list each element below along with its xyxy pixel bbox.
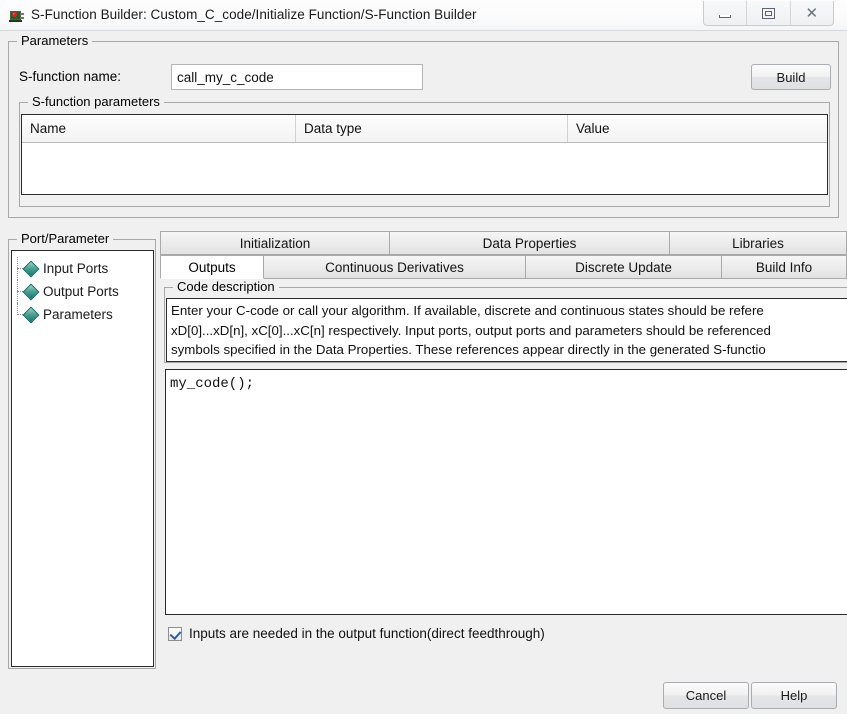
tab-discrete-update[interactable]: Discrete Update [525, 255, 722, 279]
sfunction-parameters-table: Name Data type Value [21, 114, 828, 195]
build-button[interactable]: Build [751, 64, 831, 90]
minimize-button[interactable] [704, 1, 746, 25]
tree-item-label: Output Ports [43, 284, 119, 299]
tree-item-label: Parameters [43, 307, 113, 322]
tab-outputs[interactable]: Outputs [160, 255, 264, 279]
close-button[interactable]: ✕ [789, 1, 833, 25]
port-parameter-group: Port/Parameter Input Ports Output Ports … [8, 231, 156, 669]
tree-item-input-ports[interactable]: Input Ports [12, 257, 153, 280]
parameters-group-title: Parameters [17, 33, 93, 48]
column-header-name[interactable]: Name [22, 115, 296, 142]
direct-feedthrough-row[interactable]: Inputs are needed in the output function… [168, 626, 545, 641]
tab-build-info[interactable]: Build Info [721, 255, 847, 279]
window-title: S-Function Builder: Custom_C_code/Initia… [31, 7, 477, 22]
port-parameter-group-title: Port/Parameter [17, 231, 114, 246]
help-button[interactable]: Help [751, 682, 837, 709]
code-description-group-title: Code description [173, 279, 279, 294]
close-icon: ✕ [805, 3, 819, 22]
tab-libraries[interactable]: Libraries [669, 231, 847, 255]
diamond-icon [22, 260, 40, 277]
desktop-edge [0, 714, 847, 723]
outputs-tab-content: Code description Enter your C-code or ca… [160, 278, 847, 671]
restore-icon [761, 7, 775, 19]
tab-row-top: Initialization Data Properties Libraries [160, 231, 847, 255]
tab-initialization[interactable]: Initialization [160, 231, 390, 255]
sfunction-name-input[interactable] [171, 64, 423, 90]
parameters-group: Parameters S-function name: Build S-func… [8, 33, 839, 257]
code-description-text: Enter your C-code or call your algorithm… [166, 298, 847, 362]
maximize-button[interactable] [746, 1, 789, 25]
table-body[interactable] [22, 143, 827, 194]
window-controls: ✕ [703, 1, 834, 26]
direct-feedthrough-checkbox[interactable] [168, 626, 182, 641]
tab-data-properties[interactable]: Data Properties [389, 231, 670, 255]
tree-item-label: Input Ports [43, 261, 109, 276]
diamond-icon [22, 283, 40, 300]
table-header-row: Name Data type Value [22, 115, 827, 143]
s-function-builder-dialog: S-Function Builder: Custom_C_code/Initia… [0, 0, 847, 723]
sfunction-name-label: S-function name: [19, 69, 122, 84]
sfunction-parameters-group-title: S-function parameters [28, 94, 164, 109]
code-description-group: Code description Enter your C-code or ca… [164, 279, 847, 363]
tree-item-parameters[interactable]: Parameters [12, 303, 153, 326]
tab-panel: Initialization Data Properties Libraries… [160, 231, 847, 671]
tab-row-bottom: Outputs Continuous Derivatives Discrete … [160, 255, 847, 279]
titlebar-divider [0, 30, 847, 31]
port-parameter-tree[interactable]: Input Ports Output Ports Parameters [11, 250, 154, 667]
direct-feedthrough-label: Inputs are needed in the output function… [189, 626, 545, 641]
column-header-data-type[interactable]: Data type [296, 115, 568, 142]
column-header-value[interactable]: Value [568, 115, 827, 142]
tree-item-output-ports[interactable]: Output Ports [12, 280, 153, 303]
tab-continuous-derivatives[interactable]: Continuous Derivatives [263, 255, 526, 279]
minimize-icon [719, 14, 732, 18]
code-editor-textarea[interactable] [165, 369, 847, 615]
cancel-button[interactable]: Cancel [663, 682, 749, 709]
diamond-icon [22, 306, 40, 323]
title-bar: S-Function Builder: Custom_C_code/Initia… [0, 0, 847, 31]
sfunction-parameters-group: S-function parameters Name Data type Val… [19, 94, 830, 207]
simulink-block-icon [9, 11, 24, 22]
